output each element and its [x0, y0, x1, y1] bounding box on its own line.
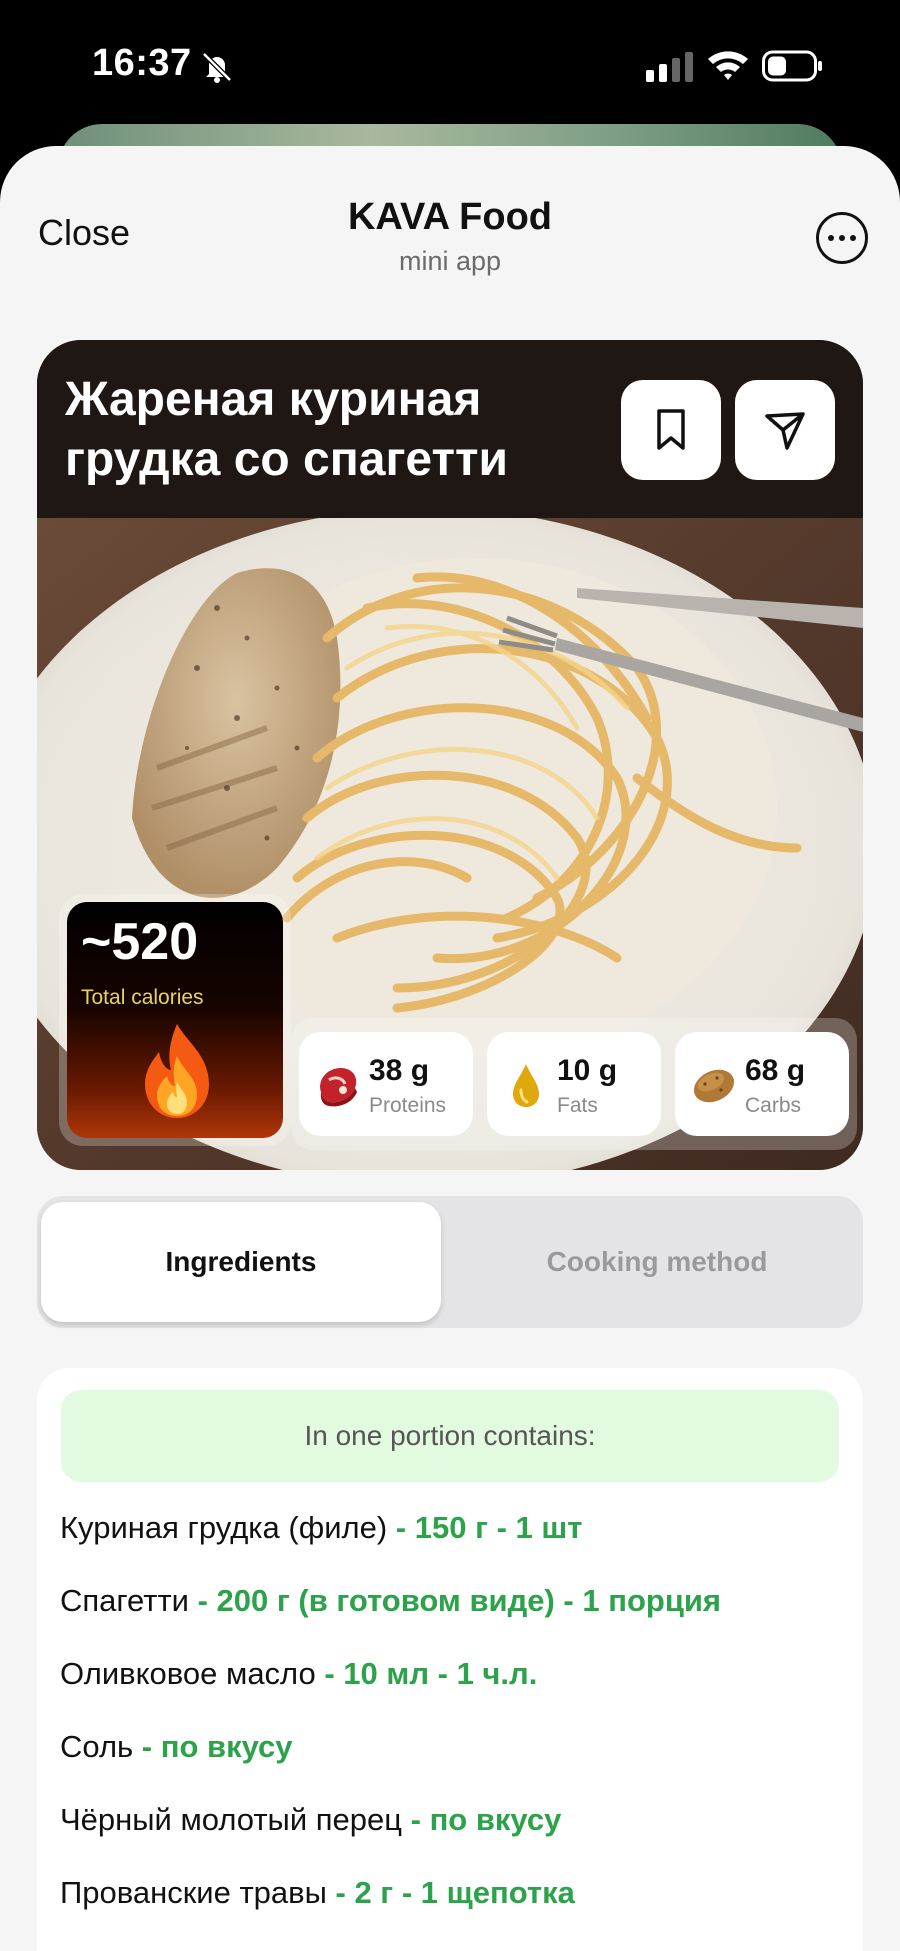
ingredient-item: Куриная грудка (филе) - 150 г - 1 шт [60, 1510, 721, 1583]
ingredient-item: Соль - по вкусу [60, 1729, 721, 1802]
signal-icon [646, 52, 693, 82]
macro-value: 38 g [369, 1054, 430, 1087]
ingredient-item: Прованские травы - 2 г - 1 щепотка [60, 1875, 721, 1948]
portion-banner: In one portion contains: [61, 1390, 839, 1482]
recipe-card: Жареная куриная грудка со спагетти ~520 … [37, 340, 863, 1170]
more-icon-dot [839, 235, 845, 241]
wifi-icon [708, 51, 748, 80]
battery-icon [762, 50, 822, 82]
calories-value: ~520 [81, 913, 199, 971]
ingredient-name: Прованские травы [60, 1875, 327, 1910]
calories-label: Total calories [81, 986, 204, 1009]
steak-icon [320, 1068, 357, 1107]
tab-ingredients[interactable]: Ingredients [41, 1202, 441, 1322]
potato-icon [693, 1069, 735, 1103]
send-icon [765, 412, 805, 450]
app-title: KAVA Food [347, 196, 553, 238]
calories-panel: ~520 Total calories [59, 894, 291, 1146]
status-time: 16:37 [92, 42, 192, 84]
fire-icon [145, 1024, 209, 1118]
ingredient-amount: - по вкусу [402, 1802, 562, 1837]
ingredient-name: Соль [60, 1729, 134, 1764]
macros-panel: 38 g Proteins 10 g Fats 68 g Carbs [291, 1018, 857, 1150]
ingredient-name: Оливковое масло [60, 1656, 316, 1691]
ingredients-list: Куриная грудка (филе) - 150 г - 1 шт Спа… [60, 1510, 721, 1948]
macro-value: 10 g [557, 1054, 618, 1087]
ingredient-name: Чёрный молотый перец [60, 1802, 403, 1837]
ingredient-amount: - 10 мл - 1 ч.л. [315, 1656, 538, 1691]
ingredient-amount: - по вкусу [133, 1729, 293, 1764]
calories-card: ~520 Total calories [67, 902, 283, 1138]
status-bar: 16:37 [0, 0, 900, 130]
ingredient-item: Чёрный молотый перец - по вкусу [60, 1802, 721, 1875]
bell-off-icon [202, 52, 232, 83]
ingredient-name: Куриная грудка (филе) [60, 1510, 388, 1545]
ingredients-panel: In one portion contains: Куриная грудка … [37, 1368, 863, 1951]
macro-label: Fats [557, 1094, 598, 1117]
more-icon-dot [850, 235, 856, 241]
segmented-tabs: Ingredients Cooking method [37, 1196, 863, 1328]
ingredient-name: Спагетти [60, 1583, 189, 1618]
macro-carbs: 68 g Carbs [675, 1032, 849, 1136]
bookmark-icon [657, 409, 685, 450]
share-button[interactable] [735, 380, 835, 480]
recipe-header: Жареная куриная грудка со спагетти [37, 340, 863, 518]
ingredient-amount: - 2 г - 1 щепотка [326, 1875, 575, 1910]
ingredient-item: Оливковое масло - 10 мл - 1 ч.л. [60, 1656, 721, 1729]
macro-value: 68 g [745, 1054, 806, 1087]
macro-label: Carbs [745, 1094, 802, 1117]
ingredient-amount: - 200 г (в готовом виде) - 1 порция [188, 1583, 722, 1618]
macro-fats: 10 g Fats [487, 1032, 661, 1136]
bookmark-button[interactable] [621, 380, 721, 480]
oil-drop-icon [513, 1064, 539, 1107]
more-icon-dot [828, 235, 834, 241]
macro-label: Proteins [369, 1094, 447, 1117]
ingredient-item: Спагетти - 200 г (в готовом виде) - 1 по… [60, 1583, 721, 1656]
macro-proteins: 38 g Proteins [299, 1032, 473, 1136]
mini-app-sheet: Close KAVA Food mini app Жареная куриная… [0, 146, 900, 1951]
tab-cooking-method[interactable]: Cooking method [457, 1202, 857, 1322]
ingredient-amount: - 150 г - 1 шт [387, 1510, 583, 1545]
recipe-title: Жареная куриная грудка со спагетти [65, 373, 509, 486]
more-options-button[interactable] [816, 212, 868, 264]
app-subtitle: mini app [398, 246, 502, 276]
